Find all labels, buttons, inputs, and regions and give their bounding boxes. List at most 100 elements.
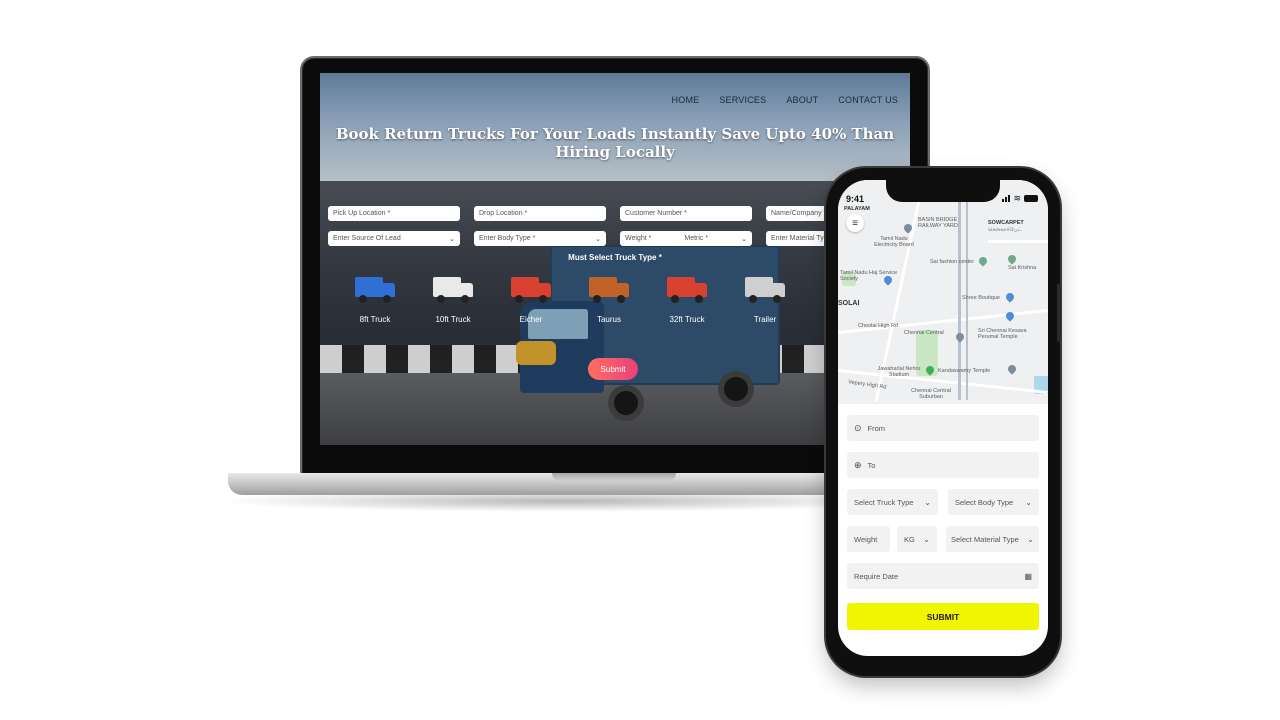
map-label: Sri Chennai Kesava Perumal Temple — [978, 328, 1027, 340]
map-label: Sai fashion center — [930, 259, 975, 265]
material-type-select[interactable]: Select Material Type ⌄ — [946, 526, 1039, 552]
map-label: SOLAI — [838, 300, 860, 307]
truck-option-label: 10ft Truck — [435, 315, 471, 324]
truck-icon — [431, 273, 475, 305]
require-date-placeholder: Require Date — [854, 571, 899, 581]
truck-option-label: 32ft Truck — [669, 315, 705, 324]
truck-type-heading: Must Select Truck Type * — [568, 253, 662, 262]
chevron-down-icon: ⌄ — [924, 497, 931, 507]
unit-select[interactable]: KG ⌄ — [897, 526, 937, 552]
truck-icon — [353, 273, 397, 305]
truck-option-8ft[interactable]: 8ft Truck — [350, 273, 400, 324]
truck-icon — [587, 273, 631, 305]
chevron-down-icon: ⌄ — [449, 235, 455, 243]
truck-type-options: 8ft Truck 10ft Truck Eicher Taurus 32ft … — [350, 273, 790, 324]
to-input[interactable]: ⊕ To — [847, 452, 1039, 478]
truck-option-32ft[interactable]: 32ft Truck — [662, 273, 712, 324]
truck-option-label: Taurus — [596, 315, 621, 324]
require-date-input[interactable]: Require Date ▦ — [847, 563, 1039, 589]
weight-placeholder: Weight * — [625, 235, 652, 242]
phone-notch — [886, 180, 1000, 202]
to-placeholder: To — [867, 460, 876, 470]
metric-select[interactable]: Metric * — [684, 235, 708, 242]
weight-input[interactable]: Weight — [847, 526, 890, 552]
pickup-placeholder: Pick Up Location * — [333, 210, 391, 217]
form-row-1: Pick Up Location * Drop Location * Custo… — [328, 206, 898, 221]
truck-type-placeholder: Select Truck Type — [854, 497, 914, 507]
drop-placeholder: Drop Location * — [479, 210, 528, 217]
truck-option-eicher[interactable]: Eicher — [506, 273, 556, 324]
map-label: BASIN BRIDGE RAILWAY YARD — [918, 217, 958, 229]
laptop-notch — [552, 473, 676, 481]
chevron-down-icon: ⌄ — [1025, 497, 1032, 507]
map-label: சௌகார்பேட் — [988, 227, 1022, 233]
map-pin-icon — [954, 331, 966, 343]
chevron-down-icon: ⌄ — [1027, 534, 1034, 544]
hero-title: Book Return Trucks For Your Loads Instan… — [335, 125, 895, 161]
map-label: Chennai Central — [904, 330, 944, 336]
truck-option-label: 8ft Truck — [359, 315, 391, 324]
unit-value: KG — [904, 534, 915, 544]
submit-button[interactable]: SUBMIT — [847, 603, 1039, 630]
status-time: 9:41 — [846, 194, 865, 204]
lead-source-placeholder: Enter Source Of Lead — [333, 235, 401, 242]
body-type-placeholder: Select Body Type — [955, 497, 1014, 507]
from-input[interactable]: ⊙ From — [847, 415, 1039, 441]
truck-option-label: Trailer — [753, 315, 777, 324]
body-type-select[interactable]: Enter Body Type * ⌄ — [474, 231, 606, 246]
hero-truck-hood — [516, 341, 556, 365]
truck-option-trailer[interactable]: Trailer — [740, 273, 790, 324]
laptop-screen: HOME SERVICES ABOUT CONTACT US Book Retu… — [320, 73, 910, 445]
material-type-placeholder: Select Material Type — [951, 534, 1019, 544]
truck-option-label: Eicher — [519, 315, 543, 324]
hero-truck-wheel — [718, 371, 754, 407]
phone-side-button — [1057, 284, 1061, 342]
map-pin-icon — [1006, 363, 1018, 375]
phone-screen: PALAYAM BASIN BRIDGE RAILWAY YARD SOWCAR… — [838, 180, 1048, 656]
top-nav: HOME SERVICES ABOUT CONTACT US — [672, 95, 898, 105]
battery-icon — [1024, 195, 1038, 202]
material-type-placeholder: Enter Material Type — [771, 235, 832, 242]
weight-placeholder: Weight — [854, 534, 878, 544]
submit-button[interactable]: Submit — [588, 358, 638, 380]
nav-contact[interactable]: CONTACT US — [838, 95, 898, 105]
truck-icon — [509, 273, 553, 305]
truck-type-select[interactable]: Select Truck Type ⌄ — [847, 489, 938, 515]
signal-icon — [1002, 195, 1011, 202]
map-label: Kandaswamy Temple — [938, 368, 991, 374]
nav-home[interactable]: HOME — [672, 95, 700, 105]
map-road — [988, 240, 1048, 243]
map-view[interactable]: PALAYAM BASIN BRIDGE RAILWAY YARD SOWCAR… — [838, 180, 1048, 404]
truck-icon — [665, 273, 709, 305]
menu-icon[interactable]: ≡ — [846, 214, 864, 232]
hero-truck-wheel — [608, 385, 644, 421]
pickup-input[interactable]: Pick Up Location * — [328, 206, 460, 221]
chevron-down-icon: ⌄ — [741, 235, 747, 243]
truck-option-taurus[interactable]: Taurus — [584, 273, 634, 324]
body-type-select[interactable]: Select Body Type ⌄ — [948, 489, 1039, 515]
company-placeholder: Name/Company * — [771, 210, 827, 217]
nav-about[interactable]: ABOUT — [786, 95, 818, 105]
chevron-down-icon: ⌄ — [923, 534, 930, 544]
status-icons: ≋ — [1002, 193, 1038, 204]
map-label: Tamil Nadu Electricity Board — [874, 236, 914, 248]
nav-services[interactable]: SERVICES — [719, 95, 766, 105]
wifi-icon: ≋ — [1013, 193, 1021, 203]
truck-option-10ft[interactable]: 10ft Truck — [428, 273, 478, 324]
map-label: Shree Boutique — [962, 295, 1000, 301]
map-pin-icon — [977, 255, 989, 267]
from-placeholder: From — [867, 423, 886, 433]
map-label: PALAYAM — [844, 206, 870, 212]
customer-number-placeholder: Customer Number * — [625, 210, 687, 217]
map-label: Chennai Central Suburban — [911, 388, 951, 400]
lead-source-select[interactable]: Enter Source Of Lead ⌄ — [328, 231, 460, 246]
customer-number-input[interactable]: Customer Number * — [620, 206, 752, 221]
truck-icon — [743, 273, 787, 305]
map-pin-icon — [1006, 253, 1018, 265]
form-row-2: Enter Source Of Lead ⌄ Enter Body Type * ⌄… — [328, 231, 898, 246]
map-label: Sai Krishna — [1008, 265, 1037, 271]
calendar-icon[interactable]: ▦ — [1024, 572, 1032, 581]
drop-input[interactable]: Drop Location * — [474, 206, 606, 221]
chevron-down-icon: ⌄ — [595, 235, 601, 243]
weight-input[interactable]: Weight * Metric * ⌄ — [620, 231, 752, 246]
